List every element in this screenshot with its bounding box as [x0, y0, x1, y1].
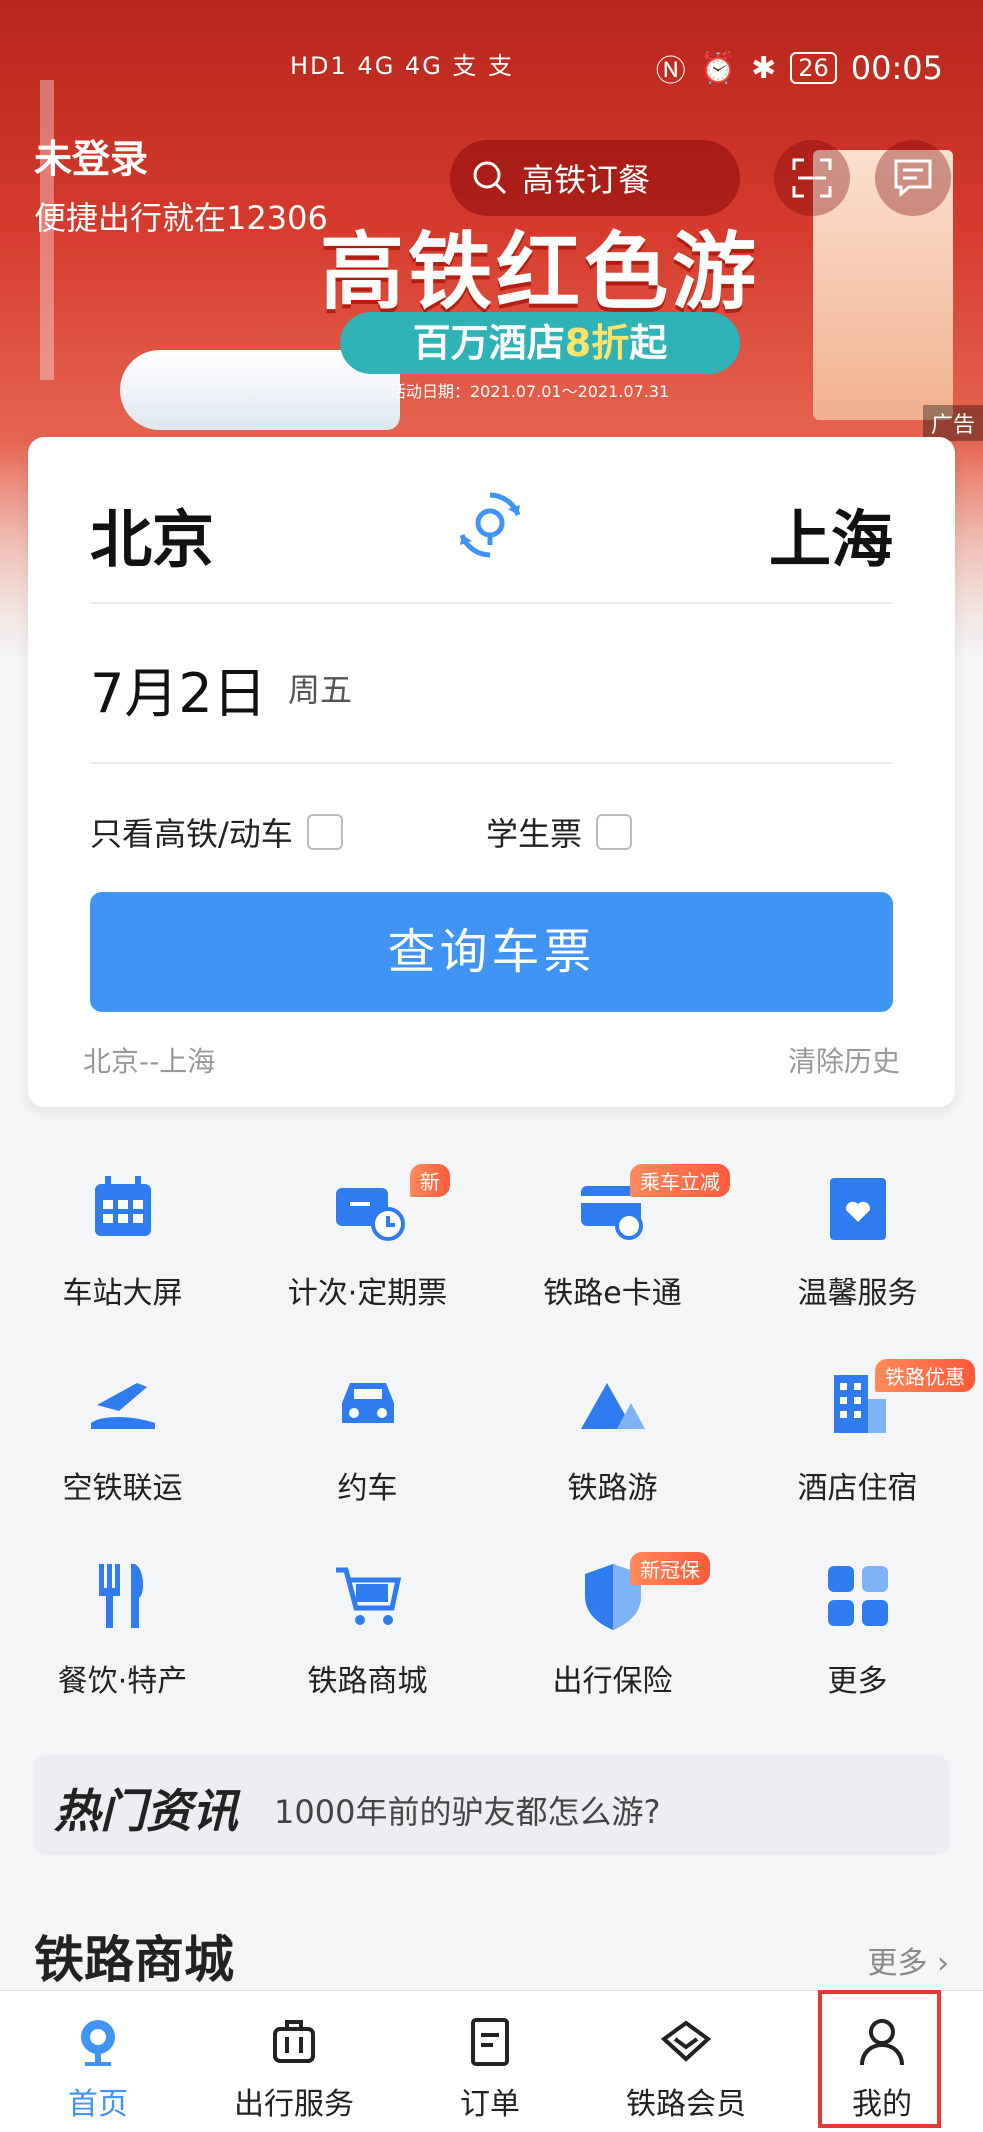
service-label: 约车: [337, 1471, 398, 1506]
hot-news-bar[interactable]: 热门资讯 1000年前的驴友都怎么游?: [34, 1755, 949, 1855]
battery-icon: 26: [790, 52, 837, 84]
service-item[interactable]: 计次·定期票 新: [245, 1164, 490, 1330]
tab-travel-services[interactable]: 出行服务: [196, 1991, 392, 2132]
chevron-right-icon: ›: [927, 1946, 949, 1981]
bluetooth-icon: ✱: [751, 50, 777, 86]
fork-knife-icon: [98, 1564, 143, 1628]
tab-label: 订单: [460, 2087, 520, 2122]
divider: [90, 602, 893, 604]
highspeed-only-checkbox[interactable]: [306, 814, 343, 850]
search-placeholder: 高铁订餐: [522, 161, 651, 199]
plane-train-icon: [90, 1383, 155, 1429]
service-item[interactable]: 约车: [245, 1365, 490, 1525]
mall-more-link[interactable]: 更多 ›: [867, 1938, 949, 1982]
highspeed-only-label: 只看高铁/动车: [90, 815, 293, 853]
student-ticket-option[interactable]: 学生票: [486, 809, 633, 855]
service-label: 铁路游: [567, 1471, 658, 1506]
service-item[interactable]: 空铁联运: [0, 1365, 245, 1525]
student-ticket-checkbox[interactable]: [596, 814, 633, 850]
search-bar[interactable]: 高铁订餐: [450, 140, 740, 216]
order-list-icon: [471, 2018, 509, 2066]
search-history-item[interactable]: 北京--上海: [83, 1040, 215, 1080]
railway-mall-title: 铁路商城: [34, 1931, 234, 1989]
luggage-icon: [273, 2020, 315, 2063]
from-station[interactable]: 北京: [90, 489, 214, 579]
cart-icon: [335, 1567, 401, 1625]
service-label: 车站大屏: [62, 1276, 183, 1311]
divider: [90, 762, 893, 764]
scan-button[interactable]: [774, 140, 850, 216]
swap-stations-icon[interactable]: [454, 489, 526, 561]
tab-label: 铁路会员: [626, 2087, 746, 2122]
tab-label: 首页: [68, 2087, 128, 2122]
service-item[interactable]: 更多: [735, 1558, 980, 1718]
scan-icon: [792, 158, 832, 198]
service-label: 铁路商城: [307, 1664, 428, 1699]
service-label: 餐饮·特产: [57, 1664, 188, 1699]
hot-news-tag: 热门资讯: [54, 1784, 238, 1838]
service-item[interactable]: 铁路商城: [245, 1558, 490, 1718]
train-logo-icon: [81, 2020, 115, 2066]
tab-label: 出行服务: [234, 2087, 354, 2122]
login-title: 未登录: [34, 137, 149, 181]
message-icon: [894, 159, 932, 198]
query-tickets-button[interactable]: 查询车票: [90, 892, 893, 1012]
ticket-clock-icon: [335, 1188, 405, 1241]
status-bar: HD1 4G 4G 支 支 Ⓝ ⏰ ✱ 26 00:05: [0, 40, 983, 100]
grid-icon: [827, 1566, 888, 1626]
travel-date[interactable]: 7月2日: [90, 649, 267, 728]
ad-label: 广告: [922, 405, 983, 441]
service-badge: 乘车立减: [630, 1164, 730, 1197]
banner-date: 活动日期：2021.07.01～2021.07.31: [390, 382, 670, 401]
service-label: 温馨服务: [797, 1276, 918, 1311]
tab-home[interactable]: 首页: [0, 1991, 196, 2132]
clock: 00:05: [850, 49, 943, 87]
student-ticket-label: 学生票: [486, 815, 583, 853]
service-label: 空铁联运: [62, 1471, 183, 1506]
service-item[interactable]: 车站大屏: [0, 1170, 245, 1330]
service-badge: 铁路优惠: [875, 1359, 975, 1392]
weekday: 周五: [288, 671, 353, 709]
highlight-box: [818, 1990, 941, 2128]
highspeed-only-option[interactable]: 只看高铁/动车: [90, 809, 343, 855]
banner-title: 高铁红色游: [319, 223, 760, 321]
service-item[interactable]: 温馨服务: [735, 1170, 980, 1330]
service-item[interactable]: 铁路游: [490, 1365, 735, 1525]
service-badge: 新: [410, 1164, 450, 1197]
heart-box-icon: [829, 1178, 886, 1240]
login-prompt[interactable]: 未登录 便捷出行就在12306: [34, 128, 328, 239]
to-station[interactable]: 上海: [769, 489, 893, 579]
service-item[interactable]: 酒店住宿 铁路优惠: [735, 1359, 980, 1525]
diamond-icon: [660, 2020, 712, 2062]
service-label: 计次·定期票: [287, 1276, 448, 1311]
tab-membership[interactable]: 铁路会员: [588, 1991, 784, 2132]
nfc-icon: Ⓝ: [655, 54, 686, 89]
message-button[interactable]: [875, 140, 951, 216]
service-label: 酒店住宿: [797, 1471, 918, 1506]
service-badge: 新冠保: [630, 1552, 710, 1585]
service-item[interactable]: 出行保险 新冠保: [490, 1552, 735, 1718]
login-subtitle: 便捷出行就在12306: [34, 199, 328, 237]
banner-subtitle: 百万酒店8折起: [340, 312, 740, 374]
mountain-icon: [580, 1383, 645, 1429]
service-label: 出行保险: [552, 1664, 673, 1699]
tab-orders[interactable]: 订单: [392, 1991, 588, 2132]
service-item[interactable]: 餐饮·特产: [0, 1558, 245, 1718]
clear-history-button[interactable]: 清除历史: [788, 1040, 900, 1080]
hot-news-headline: 1000年前的驴友都怎么游?: [274, 1793, 661, 1831]
search-icon: [473, 161, 507, 195]
ticket-search-card: 北京 上海 7月2日 周五 只看高铁/动车 学生票 查询车票 北京--上海 清除…: [28, 437, 955, 1107]
alarm-icon: ⏰: [699, 50, 738, 86]
service-label: 更多: [827, 1664, 888, 1699]
service-label: 铁路e卡通: [543, 1276, 682, 1311]
signal-indicators: HD1 4G 4G 支 支: [290, 52, 515, 80]
calendar-icon: [94, 1176, 151, 1236]
car-icon: [341, 1383, 394, 1423]
service-item[interactable]: 铁路e卡通 乘车立减: [490, 1164, 735, 1330]
